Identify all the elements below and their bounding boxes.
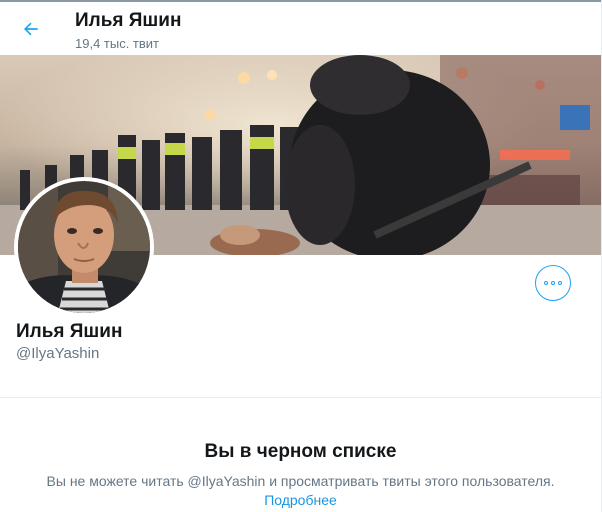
profile-handle: @IlyaYashin xyxy=(16,345,100,362)
avatar xyxy=(18,181,150,313)
arrow-left-icon xyxy=(24,22,38,36)
blocked-title: Вы в черном списке xyxy=(204,441,397,462)
more-options-button[interactable] xyxy=(535,265,571,301)
tweet-count: 19,4 тыс. твит xyxy=(75,36,160,51)
header-title: Илья Яшин xyxy=(75,10,182,31)
back-button[interactable] xyxy=(14,12,48,46)
avatar-image xyxy=(18,181,150,313)
profile-header: Илья Яшин 19,4 тыс. твит xyxy=(0,2,601,55)
learn-more-link[interactable]: Подробнее xyxy=(0,491,601,509)
ellipsis-icon xyxy=(551,281,555,285)
section-divider xyxy=(0,397,601,398)
avatar-frame[interactable] xyxy=(14,177,154,317)
blocked-description: Вы не можете читать @IlyaYashin и просма… xyxy=(46,473,555,489)
ellipsis-icon xyxy=(544,281,548,285)
profile-display-name: Илья Яшин xyxy=(16,321,123,342)
ellipsis-icon xyxy=(558,281,562,285)
